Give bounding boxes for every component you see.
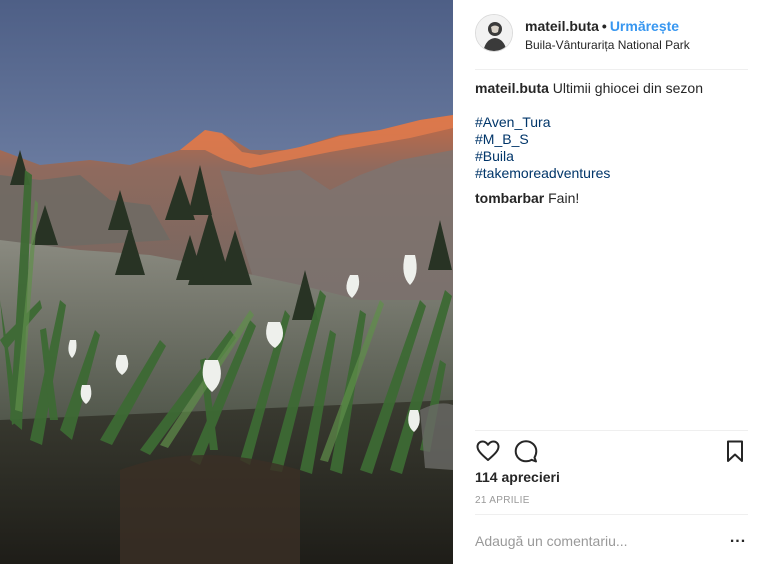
comment-input[interactable] [475, 530, 705, 552]
user-avatar-icon [476, 15, 512, 51]
caption-text: Ultimii ghiocei din sezon [552, 80, 703, 96]
likes-count[interactable]: 114 aprecieri [475, 469, 560, 485]
separator-dot: • [601, 18, 607, 34]
save-button[interactable] [722, 438, 748, 464]
divider [475, 69, 748, 70]
like-button[interactable] [475, 438, 501, 464]
caption-username[interactable]: mateil.buta [475, 80, 549, 96]
hashtag-list: #Aven_Tura #M_B_S #Buila #takemoreadvent… [475, 114, 747, 182]
comments-section: mateil.buta Ultimii ghiocei din sezon #A… [475, 80, 747, 207]
avatar[interactable] [475, 14, 513, 52]
comment-text: Fain! [548, 190, 580, 206]
action-bar [475, 438, 748, 464]
comment-item: tombarbar Fain! [475, 190, 747, 207]
header-text: mateil.buta • Urmărește Buila-Vânturarița … [525, 17, 690, 53]
hashtag-link[interactable]: #Buila [475, 148, 747, 165]
more-options-button[interactable]: ... [728, 530, 748, 550]
comment-username[interactable]: tombarbar [475, 190, 544, 206]
divider [475, 514, 748, 515]
post-photo[interactable] [0, 0, 453, 564]
comment-button[interactable] [513, 438, 539, 464]
header-username[interactable]: mateil.buta [525, 18, 599, 34]
post-date: 21 APRILIE [475, 495, 530, 506]
hashtag-link[interactable]: #M_B_S [475, 131, 747, 148]
hashtag-link[interactable]: #takemoreadventures [475, 165, 747, 182]
divider [475, 430, 748, 431]
add-comment-form: ... [475, 526, 748, 556]
hashtag-link[interactable]: #Aven_Tura [475, 114, 747, 131]
caption: mateil.buta Ultimii ghiocei din sezon #A… [475, 80, 747, 182]
post-details-panel: mateil.buta • Urmărește Buila-Vânturarița … [453, 0, 768, 564]
header-line: mateil.buta • Urmărește [525, 17, 690, 35]
comment-icon [514, 440, 538, 463]
post-image [0, 0, 453, 564]
bookmark-icon [727, 440, 743, 462]
heart-icon [476, 440, 500, 461]
location-link[interactable]: Buila-Vânturarița National Park [525, 37, 690, 53]
post-header: mateil.buta • Urmărește Buila-Vânturarița … [475, 14, 747, 56]
follow-button[interactable]: Urmărește [610, 18, 679, 34]
